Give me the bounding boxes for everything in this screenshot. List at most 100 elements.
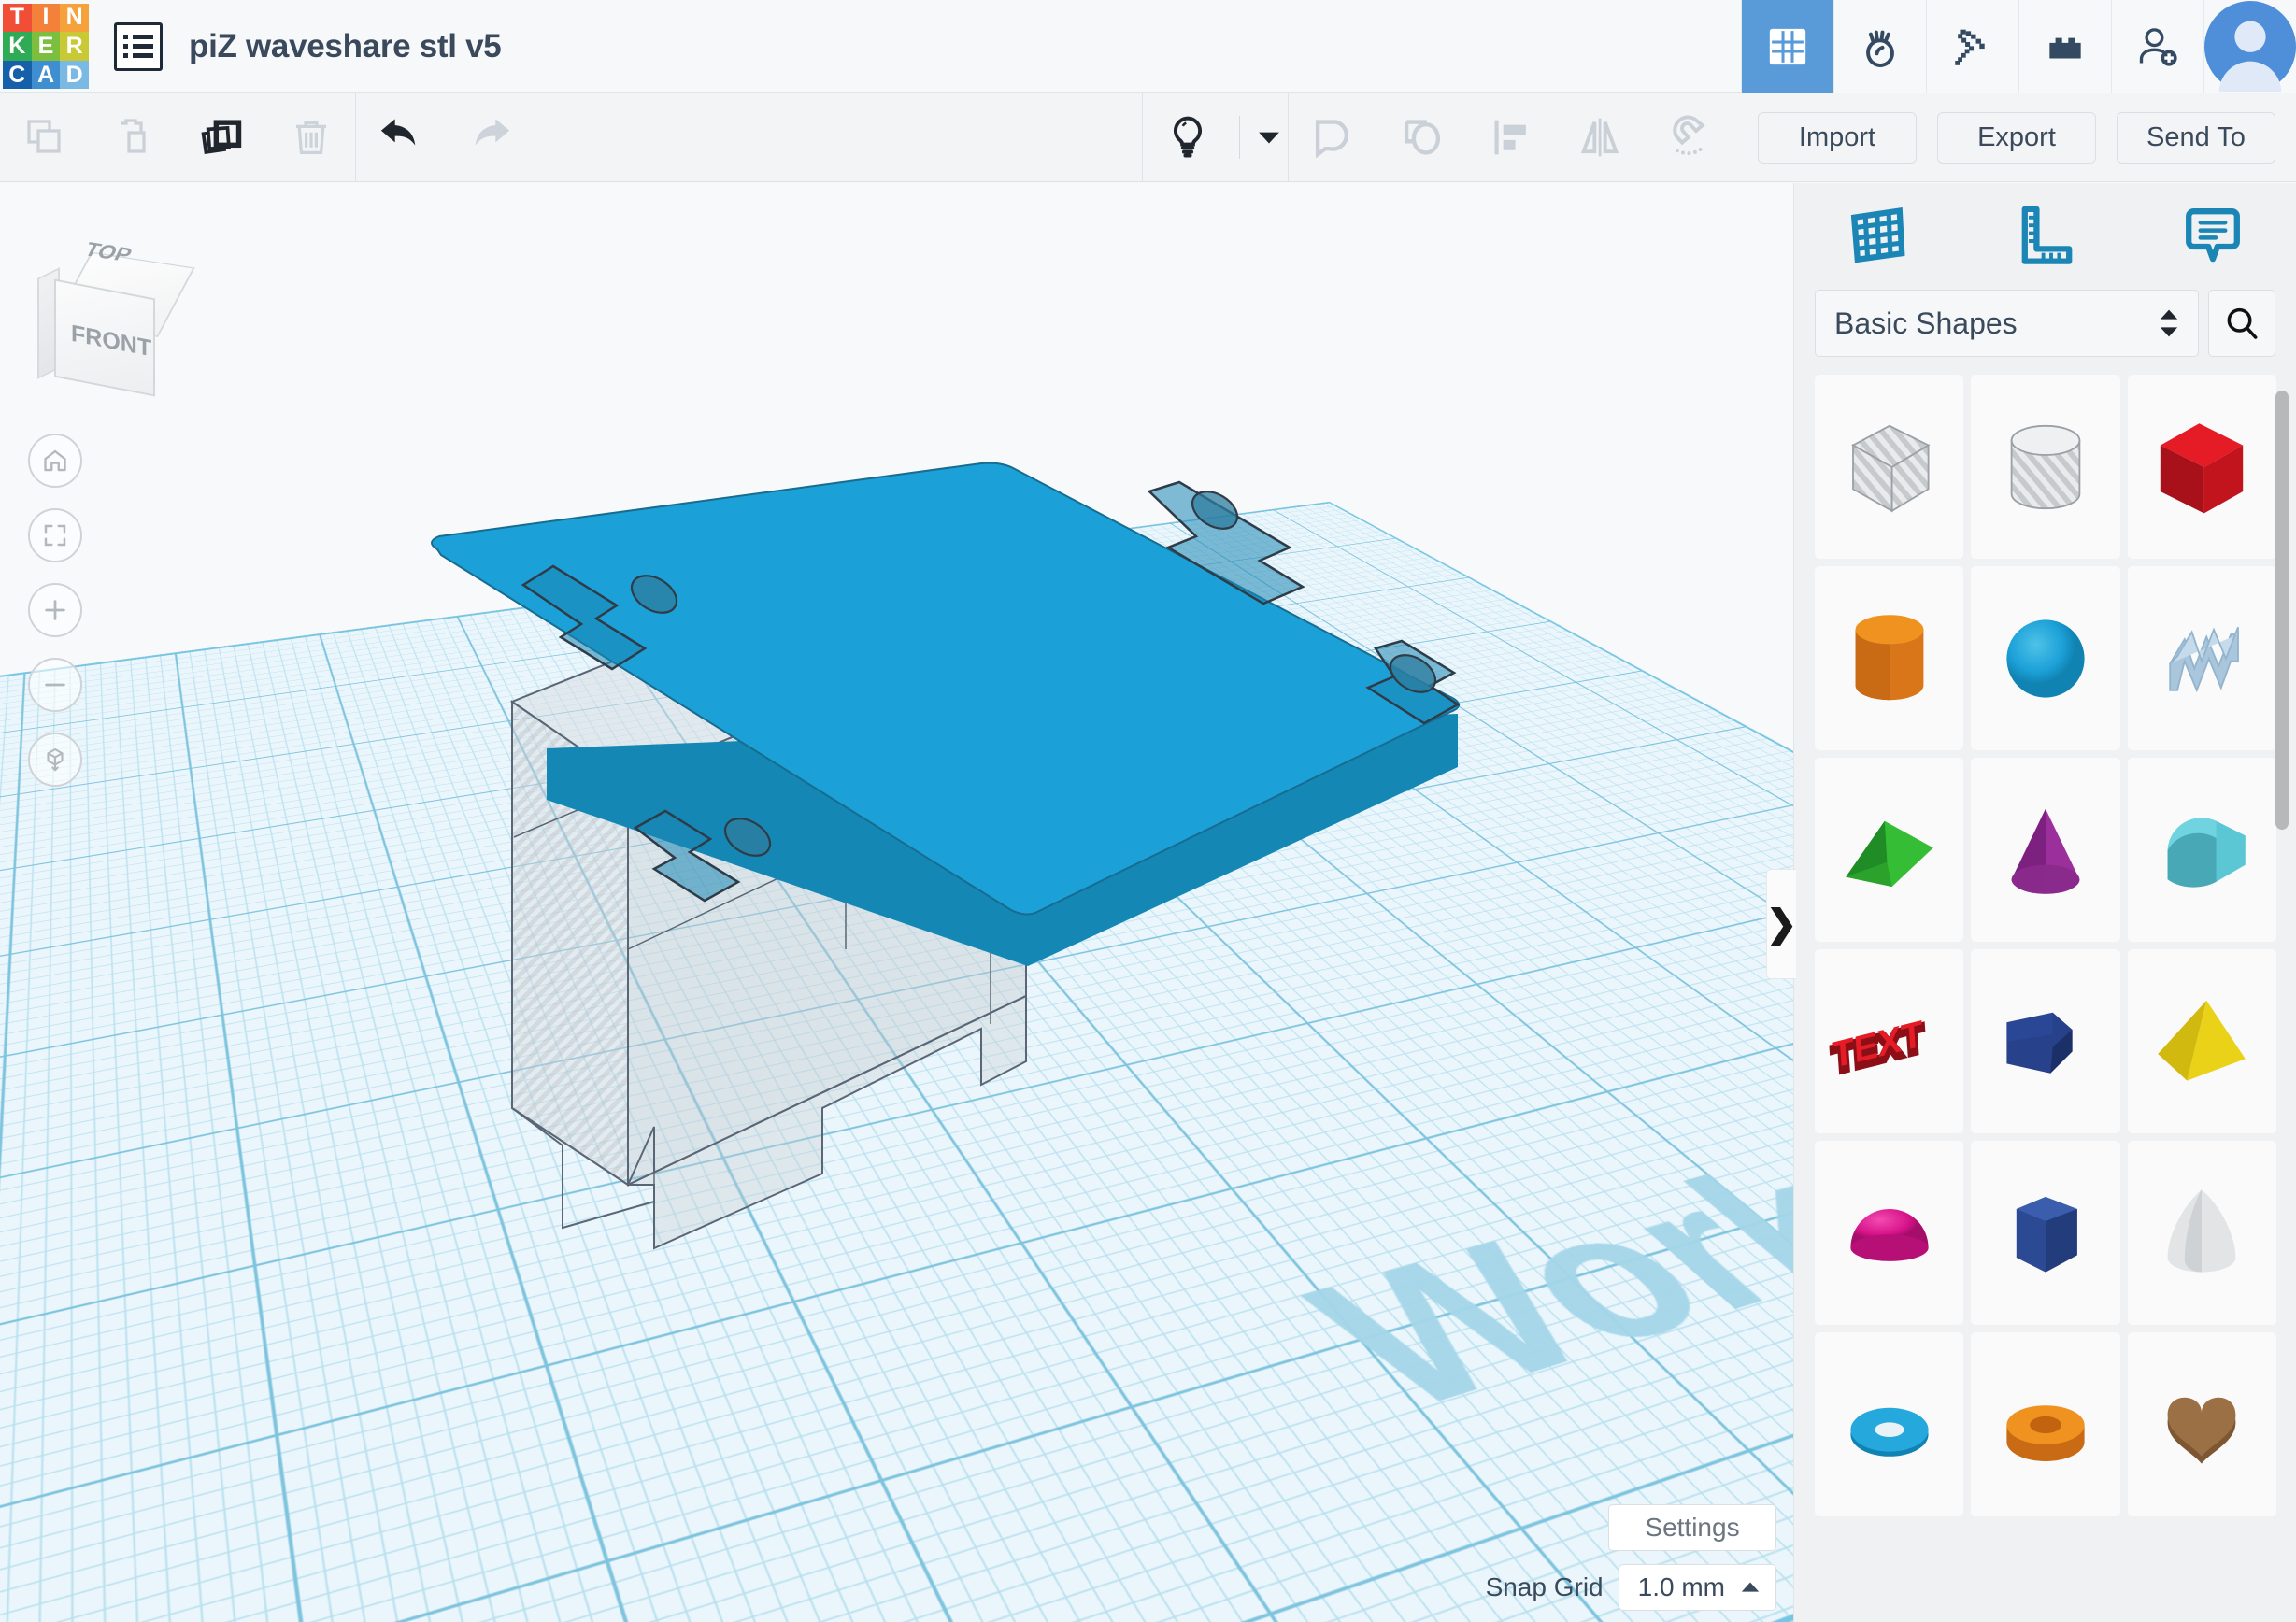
viewport-nav-buttons bbox=[28, 434, 82, 787]
snap-grid-value: 1.0 mm bbox=[1637, 1572, 1725, 1601]
logo-tile-d: D bbox=[60, 60, 89, 90]
nav-codeblocks[interactable] bbox=[2018, 0, 2111, 93]
logo-tile-i: I bbox=[31, 3, 61, 33]
import-button[interactable]: Import bbox=[1758, 111, 1917, 164]
shape-hexagonal-prism[interactable] bbox=[1971, 1141, 2120, 1325]
group-button[interactable] bbox=[1289, 93, 1377, 182]
align-button[interactable] bbox=[1466, 93, 1555, 182]
snap-button[interactable] bbox=[1644, 93, 1733, 182]
collapse-panel-button[interactable]: ❯ bbox=[1766, 869, 1797, 979]
shape-roof-wedge[interactable] bbox=[1815, 758, 1964, 942]
shape-half-sphere[interactable] bbox=[1815, 1141, 1964, 1325]
page-title[interactable]: piZ waveshare stl v5 bbox=[189, 28, 502, 65]
shape-heart[interactable] bbox=[2127, 1332, 2276, 1516]
shape-paraboloid[interactable] bbox=[2127, 1141, 2276, 1325]
stepper-caret-icon bbox=[2159, 308, 2179, 338]
logo-tile-e: E bbox=[31, 32, 61, 61]
shape-category-value: Basic Shapes bbox=[1834, 306, 2018, 340]
mirror-button[interactable] bbox=[1555, 93, 1644, 182]
search-icon bbox=[2227, 307, 2258, 339]
document-list-button[interactable] bbox=[114, 21, 163, 71]
cylinder-icon bbox=[1855, 614, 1924, 700]
chevron-up-icon bbox=[1741, 1582, 1760, 1592]
shape-search-button[interactable] bbox=[2208, 290, 2275, 357]
tab-ruler[interactable] bbox=[1961, 202, 2129, 269]
tinkercad-app: TINKERCAD piZ waveshare stl v5 Import Ex… bbox=[0, 0, 2296, 1622]
shape-scribble[interactable] bbox=[2127, 566, 2276, 750]
shapes-grid: TEXT TEXT bbox=[1794, 375, 2296, 1516]
circuits-icon bbox=[1866, 30, 1894, 67]
tab-workplane[interactable] bbox=[1794, 202, 1961, 269]
logo-tile-n: N bbox=[60, 3, 89, 33]
shapes-panel: Basic Shapes TEXT TEXT bbox=[1793, 183, 2296, 1622]
shape-box-hole[interactable] bbox=[1815, 375, 1964, 559]
shape-tube[interactable] bbox=[1971, 1332, 2120, 1516]
torus-icon bbox=[1850, 1407, 1929, 1457]
3d-model[interactable] bbox=[0, 183, 1793, 1622]
group-icon bbox=[1315, 120, 1348, 159]
view-cube[interactable]: TOP FRONT bbox=[26, 200, 232, 406]
shape-polygon-prism[interactable] bbox=[1971, 949, 2120, 1133]
nav-invite-user[interactable] bbox=[2111, 0, 2203, 93]
io-buttons: Import Export Send To bbox=[1733, 111, 2296, 164]
perspective-toggle-button[interactable] bbox=[28, 733, 82, 787]
shapes-scroll-area[interactable]: TEXT TEXT bbox=[1794, 375, 2296, 1622]
light-tools bbox=[1143, 93, 1288, 182]
text-icon: TEXT TEXT bbox=[1829, 1012, 1928, 1084]
nav-3d-designs[interactable] bbox=[1741, 0, 1833, 93]
delete-button[interactable] bbox=[266, 93, 355, 182]
export-button[interactable]: Export bbox=[1937, 111, 2096, 164]
ruler-tool-icon bbox=[2021, 206, 2072, 264]
copy-icon bbox=[26, 120, 61, 153]
tinkercad-logo[interactable]: TINKERCAD bbox=[3, 3, 89, 90]
nav-minecraft[interactable] bbox=[1926, 0, 2018, 93]
tube-icon bbox=[2006, 1404, 2085, 1461]
snap-grid-control: Snap Grid 1.0 mm bbox=[1486, 1564, 1776, 1611]
viewport-settings-button[interactable]: Settings bbox=[1608, 1504, 1776, 1551]
zoom-in-button[interactable] bbox=[28, 583, 82, 637]
avatar[interactable] bbox=[2203, 0, 2296, 93]
scribble-icon bbox=[2169, 626, 2240, 692]
minecraft-pickaxe-icon bbox=[1955, 29, 1985, 65]
shape-torus[interactable] bbox=[1815, 1332, 1964, 1516]
nav-circuits[interactable] bbox=[1833, 0, 1926, 93]
zoom-out-button[interactable] bbox=[28, 658, 82, 712]
half-sphere-icon bbox=[1850, 1208, 1929, 1261]
copy-button[interactable] bbox=[0, 93, 89, 182]
redo-button[interactable] bbox=[445, 93, 534, 182]
note-tool-icon bbox=[2185, 208, 2240, 263]
history-tools bbox=[356, 93, 534, 182]
shape-category-select[interactable]: Basic Shapes bbox=[1815, 290, 2199, 357]
fit-to-view-icon bbox=[44, 524, 66, 547]
shape-sphere[interactable] bbox=[1971, 566, 2120, 750]
shapes-scrollbar[interactable] bbox=[2275, 391, 2289, 830]
light-dropdown-button[interactable] bbox=[1232, 93, 1288, 182]
shape-cylinder-hole[interactable] bbox=[1971, 375, 2120, 559]
ungroup-button[interactable] bbox=[1377, 93, 1466, 182]
undo-button[interactable] bbox=[356, 93, 445, 182]
redo-icon bbox=[475, 119, 509, 146]
box-icon bbox=[2161, 422, 2244, 513]
shape-box[interactable] bbox=[2127, 375, 2276, 559]
shape-cone[interactable] bbox=[1971, 758, 2120, 942]
shape-text[interactable]: TEXT TEXT bbox=[1815, 949, 1964, 1133]
fit-view-button[interactable] bbox=[28, 508, 82, 562]
shape-cylinder[interactable] bbox=[1815, 566, 1964, 750]
send-to-button[interactable]: Send To bbox=[2117, 111, 2275, 164]
logo-tile-k: K bbox=[3, 32, 32, 61]
3d-viewport[interactable]: Workplane TOP FRONT Settings Snap Grid 1… bbox=[0, 183, 1793, 1622]
codeblocks-brick-icon bbox=[2049, 37, 2081, 58]
tab-note[interactable] bbox=[2129, 202, 2296, 269]
duplicate-button[interactable] bbox=[178, 93, 266, 182]
shape-round-roof[interactable] bbox=[2127, 758, 2276, 942]
undo-icon bbox=[380, 119, 415, 146]
light-bulb-icon bbox=[1173, 116, 1202, 158]
shape-pyramid[interactable] bbox=[2127, 949, 2276, 1133]
logo-tile-r: R bbox=[60, 32, 89, 61]
snap-grid-dropdown[interactable]: 1.0 mm bbox=[1618, 1564, 1776, 1611]
light-bulb-button[interactable] bbox=[1143, 93, 1232, 182]
cone-icon bbox=[2011, 808, 2080, 894]
heart-icon bbox=[2167, 1397, 2236, 1464]
home-view-button[interactable] bbox=[28, 434, 82, 488]
paste-button[interactable] bbox=[89, 93, 178, 182]
